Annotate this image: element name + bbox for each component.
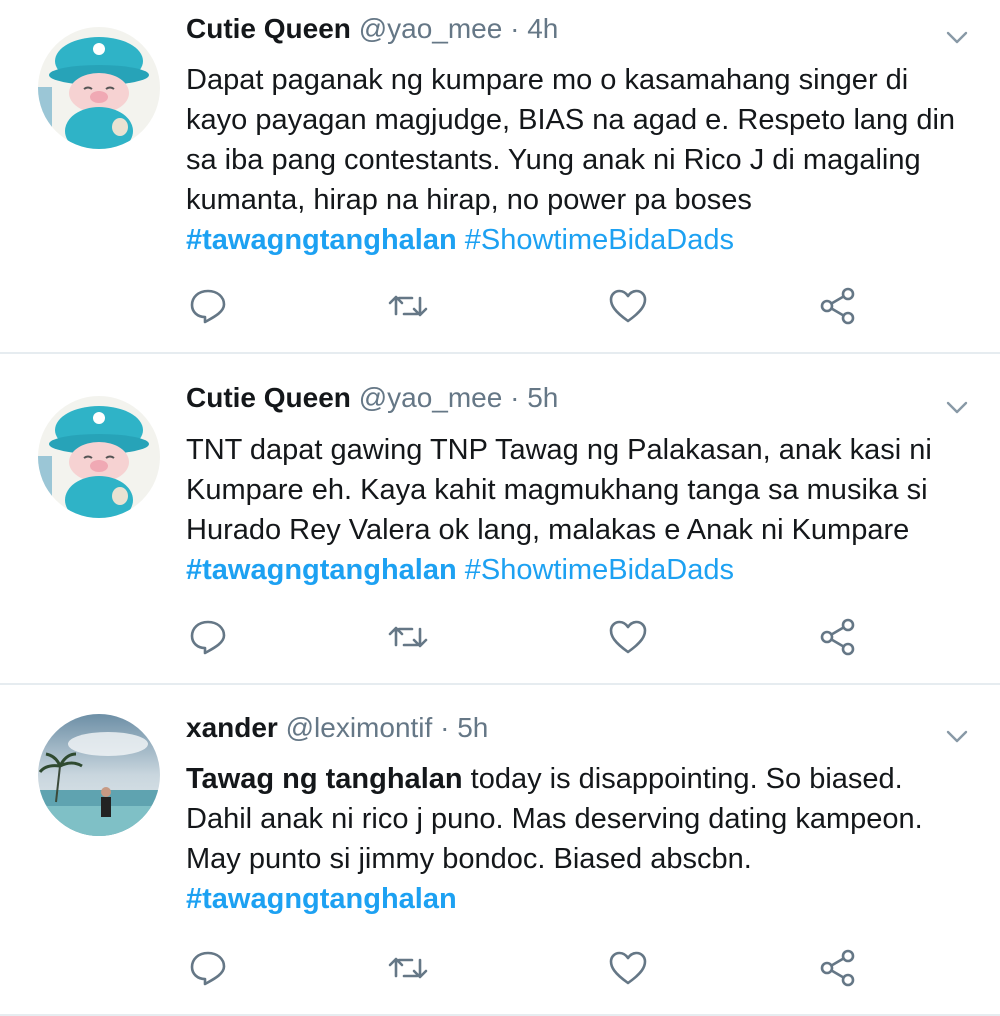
tweet-body-bold: Tawag ng tanghalan	[186, 763, 463, 795]
like-icon[interactable]	[606, 284, 650, 328]
retweet-icon[interactable]	[386, 615, 430, 659]
hashtag-link[interactable]: #tawagngtanghalan	[186, 883, 457, 915]
tweet[interactable]: xander @leximontif · 5h Tawag ng tanghal…	[0, 685, 1000, 1016]
tweet-actions	[186, 946, 866, 990]
display-name[interactable]: Cutie Queen	[186, 13, 351, 44]
display-name[interactable]: xander	[186, 712, 278, 743]
tweet-body: TNT dapat gawing TNP Tawag ng Palakasan,…	[186, 434, 932, 546]
tweet-feed: Cutie Queen @yao_mee · 4h Dapat paganak …	[0, 0, 1000, 1016]
tweet-actions	[186, 284, 866, 328]
separator-dot: ·	[510, 382, 520, 413]
like-icon[interactable]	[606, 615, 650, 659]
reply-icon[interactable]	[186, 946, 230, 990]
timestamp[interactable]: 5h	[457, 712, 488, 743]
timestamp[interactable]: 4h	[527, 13, 558, 44]
tweet[interactable]: Cutie Queen @yao_mee · 5h TNT dapat gawi…	[0, 354, 1000, 685]
avatar[interactable]	[38, 714, 160, 836]
reply-icon[interactable]	[186, 615, 230, 659]
avatar[interactable]	[38, 27, 160, 149]
separator-dot: ·	[510, 13, 520, 44]
tweet[interactable]: Cutie Queen @yao_mee · 4h Dapat paganak …	[0, 0, 1000, 354]
timestamp[interactable]: 5h	[527, 382, 558, 413]
chevron-down-icon[interactable]	[944, 24, 970, 50]
hashtag-link[interactable]: #ShowtimeBidaDads	[465, 224, 734, 256]
chevron-down-icon[interactable]	[944, 394, 970, 420]
share-icon[interactable]	[816, 615, 860, 659]
avatar[interactable]	[38, 396, 160, 518]
tweet-body: Dapat paganak ng kumpare mo o kasamahang…	[186, 64, 956, 216]
tweet-text: Tawag ng tanghalan today is disappointin…	[186, 759, 976, 919]
tweet-text: TNT dapat gawing TNP Tawag ng Palakasan,…	[186, 430, 976, 590]
reply-icon[interactable]	[186, 284, 230, 328]
user-handle[interactable]: @yao_mee	[359, 13, 503, 44]
share-icon[interactable]	[816, 284, 860, 328]
hashtag-link[interactable]: #tawagngtanghalan	[186, 224, 457, 256]
display-name[interactable]: Cutie Queen	[186, 382, 351, 413]
separator-dot: ·	[440, 712, 450, 743]
tweet-header: Cutie Queen @yao_mee · 5h	[186, 381, 558, 415]
user-handle[interactable]: @leximontif	[286, 712, 433, 743]
retweet-icon[interactable]	[386, 946, 430, 990]
tweet-header: Cutie Queen @yao_mee · 4h	[186, 12, 558, 46]
tweet-text: Dapat paganak ng kumpare mo o kasamahang…	[186, 60, 976, 260]
share-icon[interactable]	[816, 946, 860, 990]
user-handle[interactable]: @yao_mee	[359, 382, 503, 413]
hashtag-link[interactable]: #ShowtimeBidaDads	[465, 554, 734, 586]
chevron-down-icon[interactable]	[944, 723, 970, 749]
tweet-actions	[186, 615, 866, 659]
hashtag-link[interactable]: #tawagngtanghalan	[186, 554, 457, 586]
tweet-header: xander @leximontif · 5h	[186, 711, 488, 745]
like-icon[interactable]	[606, 946, 650, 990]
retweet-icon[interactable]	[386, 284, 430, 328]
